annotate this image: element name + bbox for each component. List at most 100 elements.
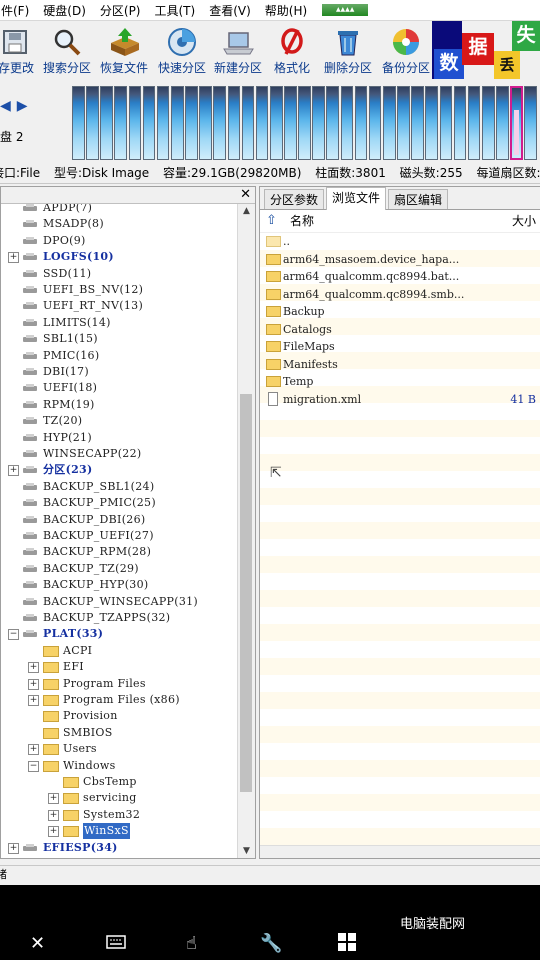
tree-folder-item[interactable]: + Users [1,741,237,757]
expand-icon[interactable]: + [48,826,59,838]
tree-partition-item[interactable]: + 分区(23) [1,462,237,478]
expand-icon[interactable]: + [8,842,19,854]
scroll-down-icon[interactable]: ▼ [238,844,255,858]
tab-partition-params[interactable]: 分区参数 [264,189,325,209]
tree-partition-item[interactable]: + EFIESP(34) [1,840,237,856]
tab-browse-files[interactable]: 浏览文件 [326,187,387,210]
tree-folder-item[interactable]: + servicing [1,790,237,806]
quick-partition-button[interactable]: 快速分区 [155,21,209,81]
expand-icon[interactable]: + [28,678,39,690]
tree-folder-item[interactable]: + System32 [1,807,237,823]
tree-partition-item[interactable]: DPO(9) [1,233,237,249]
tree-folder-item[interactable]: − Windows [1,758,237,774]
file-list-row[interactable]: arm64_qualcomm.qc8994.smb... [260,286,540,303]
tree-partition-item[interactable]: MSADP(8) [1,216,237,232]
scroll-up-icon[interactable]: ▲ [238,204,255,218]
partition-segment[interactable] [453,86,467,160]
file-list-row[interactable]: arm64_msasoem.device_hapa... [260,251,540,268]
tree-partition-item[interactable]: UEFI(18) [1,380,237,396]
tree-partition-item[interactable]: WINSECAPP(22) [1,446,237,462]
partition-segment[interactable] [524,86,537,160]
partition-segment[interactable] [425,86,439,160]
expand-icon[interactable]: + [48,809,59,821]
up-arrow-icon[interactable]: ⇧ [266,210,277,232]
menu-help[interactable]: 帮助(H) [258,2,314,19]
tree-partition-item[interactable]: BACKUP_TZ(29) [1,561,237,577]
expand-icon[interactable]: + [28,662,39,674]
partition-segment[interactable] [354,86,368,160]
search-partition-button[interactable]: 搜索分区 [40,21,94,81]
partition-segment[interactable] [496,86,509,160]
partition-segment[interactable] [142,86,156,160]
tab-sector-edit[interactable]: 扇区编辑 [388,189,449,209]
partition-segment[interactable] [185,86,198,160]
partition-segment[interactable] [72,86,85,160]
partition-segment[interactable] [284,86,297,160]
partition-segment[interactable] [397,86,410,160]
delete-partition-button[interactable]: 删除分区 [321,21,375,81]
partition-segment[interactable] [199,86,212,160]
tree-partition-item[interactable]: PMIC(16) [1,348,237,364]
tree-partition-item[interactable]: BACKUP_WINSECAPP(31) [1,594,237,610]
recover-files-button[interactable]: 恢复文件 [97,21,151,81]
partition-segment[interactable] [255,86,269,160]
collapse-icon[interactable]: − [28,760,39,772]
tree-partition-item[interactable]: SSD(11) [1,266,237,282]
tree-folder-item[interactable]: ACPI [1,643,237,659]
partition-segment[interactable] [100,86,113,160]
partition-segment[interactable] [156,86,170,160]
file-list-row[interactable]: Catalogs [260,321,540,338]
tree-partition-item[interactable]: APDP(7) [1,204,237,216]
tree-partition-item[interactable]: HYP(21) [1,430,237,446]
partition-segment[interactable] [114,86,128,160]
partition-segment[interactable] [298,86,311,160]
partition-segment[interactable] [128,86,142,160]
partition-segments[interactable] [72,86,537,160]
expand-icon[interactable]: + [28,744,39,756]
file-list-row[interactable]: .. [260,233,540,250]
tree-folder-item[interactable]: Provision [1,708,237,724]
partition-segment[interactable] [312,86,325,160]
tree-folder-item[interactable]: + Program Files [1,676,237,692]
menu-view[interactable]: 查看(V) [202,2,258,19]
file-list-row[interactable]: Temp [260,373,540,390]
tree-partition-item[interactable]: BACKUP_HYP(30) [1,577,237,593]
partition-segment[interactable] [213,86,226,160]
tree-partition-item[interactable]: BACKUP_SBL1(24) [1,479,237,495]
partition-segment[interactable] [481,86,495,160]
partition-segment[interactable] [368,86,382,160]
partition-segment[interactable] [340,86,354,160]
scroll-thumb[interactable] [240,394,252,792]
format-button[interactable]: 格式化 [270,21,314,81]
partition-segment[interactable] [86,86,99,160]
tree-partition-item[interactable]: TZ(20) [1,413,237,429]
new-partition-button[interactable]: 新建分区 [211,21,265,81]
tree-partition-item[interactable]: BACKUP_UEFI(27) [1,528,237,544]
partition-segment[interactable] [467,86,481,160]
menu-file[interactable]: 件(F) [0,2,36,19]
file-list-row[interactable]: FileMaps [260,338,540,355]
list-hscrollbar[interactable] [260,845,540,858]
tree-folder-item[interactable]: + WinSxS [1,823,237,840]
tree-partition-item[interactable]: BACKUP_PMIC(25) [1,495,237,511]
save-changes-button[interactable]: 存更改 [0,21,38,81]
tree-folder-item[interactable]: + Program Files (x86) [1,692,237,708]
close-app-icon[interactable]: ✕ [30,933,45,954]
tree-partition-item[interactable]: − PLAT(33) [1,626,237,642]
partition-segment[interactable] [269,86,283,160]
close-icon[interactable]: ✕ [240,187,251,202]
wrench-icon[interactable]: 🔧 [260,933,282,954]
menu-tools[interactable]: 工具(T) [148,2,203,19]
tree-folder-item[interactable]: CbsTemp [1,774,237,790]
column-size[interactable]: 大小 [512,210,536,232]
expand-icon[interactable]: + [8,252,19,264]
tree-partition-item[interactable]: BACKUP_TZAPPS(32) [1,610,237,626]
backup-partition-button[interactable]: 备份分区 [379,21,433,81]
tree-partition-item[interactable]: UEFI_BS_NV(12) [1,282,237,298]
disk-nav-arrows[interactable]: ◀ ▶ [0,98,28,114]
tree-folder-item[interactable]: SMBIOS [1,725,237,741]
tree-partition-item[interactable]: UEFI_RT_NV(13) [1,298,237,314]
partition-segment[interactable] [383,86,396,160]
partition-segment[interactable] [326,86,340,160]
partition-segment[interactable] [227,86,241,160]
